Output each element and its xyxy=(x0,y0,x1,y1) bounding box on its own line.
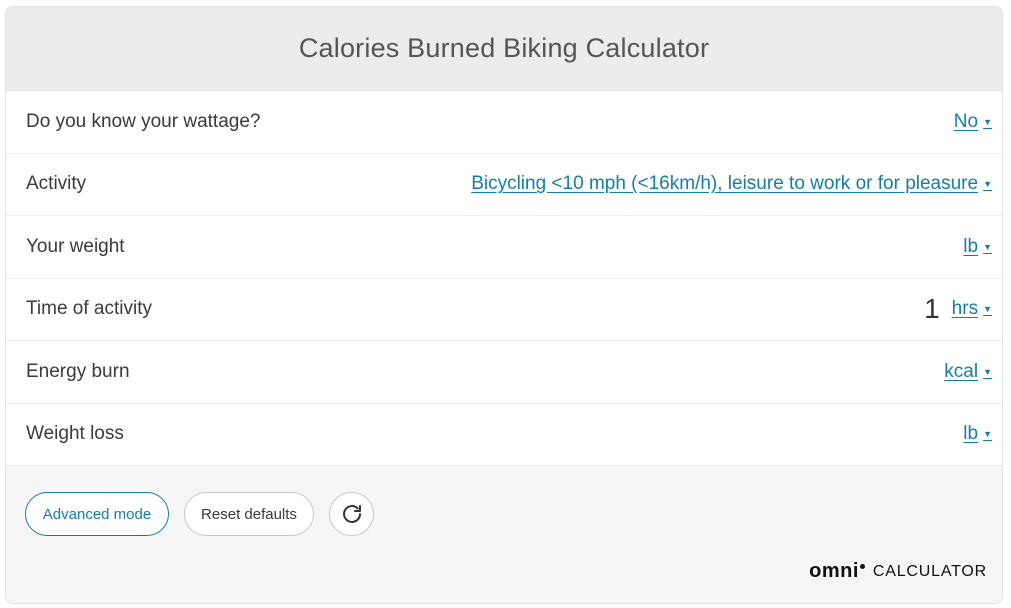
wattage-label: Do you know your wattage? xyxy=(26,110,261,132)
refresh-button[interactable] xyxy=(329,492,374,536)
caret-down-icon: ▼ xyxy=(983,179,992,190)
calculator-title: Calories Burned Biking Calculator xyxy=(298,33,710,63)
time-unit-value: hrs xyxy=(951,298,979,320)
energy-unit-select[interactable]: kcal ▼ xyxy=(944,361,992,383)
time-label: Time of activity xyxy=(26,298,152,320)
row-weight: Your weight lb ▼ xyxy=(6,216,1002,279)
caret-down-icon: ▼ xyxy=(983,366,992,377)
logo-brand: omni xyxy=(809,560,859,582)
caret-down-icon: ▼ xyxy=(983,304,992,315)
activity-select[interactable]: Bicycling <10 mph (<16km/h), leisure to … xyxy=(471,173,992,195)
calculator-card: Calories Burned Biking Calculator Do you… xyxy=(5,6,1003,604)
weight-label: Your weight xyxy=(26,235,125,257)
activity-select-value: Bicycling <10 mph (<16km/h), leisure to … xyxy=(471,173,979,195)
caret-down-icon: ▼ xyxy=(983,241,992,252)
reset-defaults-button[interactable]: Reset defaults xyxy=(184,492,314,536)
row-weight-loss: Weight loss lb ▼ xyxy=(6,404,1002,466)
activity-control: Bicycling <10 mph (<16km/h), leisure to … xyxy=(471,173,992,195)
refresh-icon xyxy=(342,505,361,523)
weight-loss-unit-value: lb xyxy=(963,423,979,445)
row-time: Time of activity 1 hrs ▼ xyxy=(6,279,1002,341)
row-energy: Energy burn kcal ▼ xyxy=(6,341,1002,404)
calculator-footer: Advanced mode Reset defaults omni CALCUL… xyxy=(6,466,1002,603)
advanced-mode-button[interactable]: Advanced mode xyxy=(25,492,169,536)
time-input[interactable]: 1 xyxy=(924,293,940,325)
weight-loss-unit-select[interactable]: lb ▼ xyxy=(963,423,992,445)
caret-down-icon: ▼ xyxy=(983,429,992,440)
time-unit-select[interactable]: hrs ▼ xyxy=(952,298,992,320)
energy-label: Energy burn xyxy=(26,360,130,382)
energy-unit-value: kcal xyxy=(944,360,979,382)
energy-control: kcal ▼ xyxy=(932,361,992,383)
weight-control: lb ▼ xyxy=(951,236,992,258)
weight-unit-select[interactable]: lb ▼ xyxy=(963,236,992,258)
wattage-select[interactable]: No ▼ xyxy=(954,111,992,133)
logo-dot xyxy=(859,564,865,569)
logo-product: CALCULATOR xyxy=(872,562,987,580)
calculator-header: Calories Burned Biking Calculator xyxy=(6,7,1002,91)
weight-loss-control: lb ▼ xyxy=(951,423,992,445)
activity-label: Activity xyxy=(26,173,87,195)
weight-unit-value: lb xyxy=(963,235,979,257)
wattage-select-value: No xyxy=(953,110,979,132)
caret-down-icon: ▼ xyxy=(983,116,992,127)
row-activity: Activity Bicycling <10 mph (<16km/h), le… xyxy=(6,154,1002,216)
omni-calculator-logo: omni CALCULATOR xyxy=(809,560,987,583)
weight-loss-label: Weight loss xyxy=(26,423,124,445)
time-control: 1 hrs ▼ xyxy=(924,293,992,325)
wattage-control: No ▼ xyxy=(954,111,992,133)
row-wattage: Do you know your wattage? No ▼ xyxy=(6,91,1002,154)
